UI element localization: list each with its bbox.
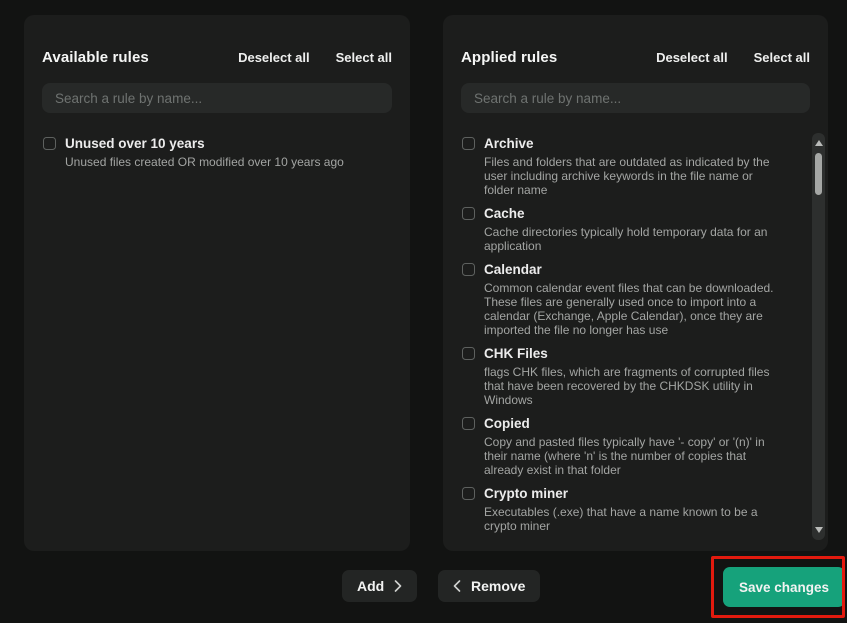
scrollbar-thumb[interactable] <box>815 153 822 195</box>
remove-button-label: Remove <box>471 578 525 594</box>
save-changes-button[interactable]: Save changes <box>723 567 845 607</box>
rule-name: Calendar <box>484 261 782 279</box>
rule-name: Crypto miner <box>484 485 782 503</box>
rule-description: Copy and pasted files typically have '- … <box>484 435 782 477</box>
scrollbar[interactable] <box>812 133 825 540</box>
list-item: Copied Copy and pasted files typically h… <box>461 415 782 477</box>
add-button-label: Add <box>357 578 384 594</box>
select-all-button[interactable]: Select all <box>754 50 810 65</box>
save-button-label: Save changes <box>739 580 829 595</box>
remove-button[interactable]: Remove <box>438 570 540 602</box>
scrollbar-up-icon[interactable] <box>815 140 823 146</box>
add-button[interactable]: Add <box>342 570 417 602</box>
search-input[interactable] <box>42 83 392 113</box>
rule-name: Cache <box>484 205 782 223</box>
scrollbar-down-icon[interactable] <box>815 527 823 533</box>
deselect-all-button[interactable]: Deselect all <box>238 50 310 65</box>
search-input[interactable] <box>461 83 810 113</box>
rule-description: Common calendar event files that can be … <box>484 281 782 337</box>
rule-description: Executables (.exe) that have a name know… <box>484 505 782 533</box>
list-item: Archive Files and folders that are outda… <box>461 135 782 197</box>
applied-rules-panel: Applied rules Deselect all Select all Ar… <box>443 15 828 551</box>
select-all-button[interactable]: Select all <box>336 50 392 65</box>
rule-description: Cache directories typically hold tempora… <box>484 225 782 253</box>
list-item: CHK Files flags CHK files, which are fra… <box>461 345 782 407</box>
available-rules-header: Available rules Deselect all Select all <box>42 47 392 67</box>
available-rules-panel: Available rules Deselect all Select all … <box>24 15 410 551</box>
chevron-left-icon <box>453 580 461 592</box>
rule-name: Unused over 10 years <box>65 135 392 153</box>
available-rules-list: Unused over 10 years Unused files create… <box>42 135 392 169</box>
rule-name: Archive <box>484 135 782 153</box>
rule-checkbox[interactable] <box>462 487 475 500</box>
rule-checkbox[interactable] <box>462 417 475 430</box>
panel-title: Applied rules <box>461 49 557 66</box>
rule-checkbox[interactable] <box>43 137 56 150</box>
applied-rules-header: Applied rules Deselect all Select all <box>461 47 810 67</box>
chevron-right-icon <box>394 580 402 592</box>
rule-name: Copied <box>484 415 782 433</box>
rule-checkbox[interactable] <box>462 347 475 360</box>
panel-title: Available rules <box>42 49 149 66</box>
rule-name: CHK Files <box>484 345 782 363</box>
deselect-all-button[interactable]: Deselect all <box>656 50 728 65</box>
rule-description: Unused files created OR modified over 10… <box>65 155 392 169</box>
rule-description: Files and folders that are outdated as i… <box>484 155 782 197</box>
rule-checkbox[interactable] <box>462 263 475 276</box>
applied-rules-list: Archive Files and folders that are outda… <box>461 135 810 536</box>
list-item: Cache Cache directories typically hold t… <box>461 205 782 253</box>
rule-checkbox[interactable] <box>462 207 475 220</box>
list-item: Calendar Common calendar event files tha… <box>461 261 782 337</box>
rule-checkbox[interactable] <box>462 137 475 150</box>
list-item: Unused over 10 years Unused files create… <box>42 135 392 169</box>
rule-description: flags CHK files, which are fragments of … <box>484 365 782 407</box>
list-item: Crypto miner Executables (.exe) that hav… <box>461 485 782 533</box>
